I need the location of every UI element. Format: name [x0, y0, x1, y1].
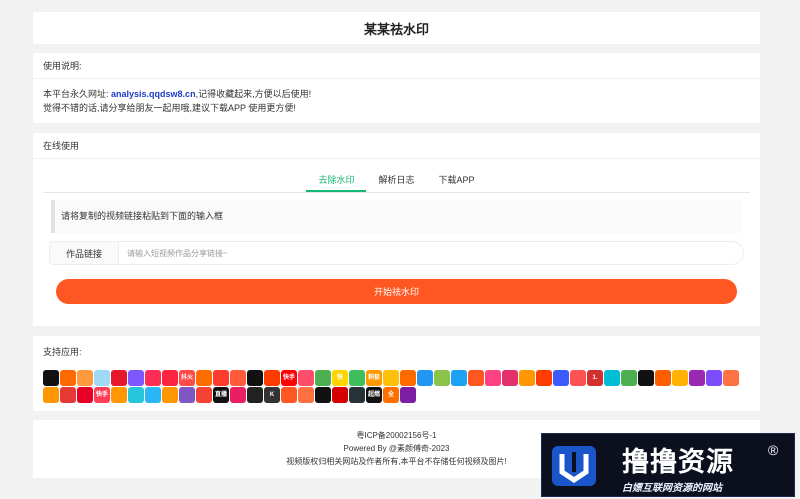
weishi-icon: [77, 370, 93, 386]
weibo-icon: [111, 370, 127, 386]
apps-card: 支持应用: 抖火 快手快积极 1. 快手 直播 K 超燃全: [33, 336, 760, 411]
logo-mark-icon: [552, 446, 596, 486]
shield-icon: [723, 370, 739, 386]
duoduo-icon: [417, 370, 433, 386]
quan-icon: 全: [383, 387, 399, 403]
youtube-icon: 快手: [281, 370, 297, 386]
xiaohongshu-icon: [162, 370, 178, 386]
chart-icon: [434, 370, 450, 386]
chick-icon: [383, 370, 399, 386]
usage-line-1: 本平台永久网址: analysis.qqdsw8.cn,记得收藏起来,方便以后使…: [43, 87, 750, 101]
cat-icon: [111, 387, 127, 403]
usage-line1-prefix: 本平台永久网址:: [43, 89, 109, 99]
avatar-icon: [536, 370, 552, 386]
zuiyou-icon: [145, 370, 161, 386]
camera-icon: [485, 370, 501, 386]
soul-icon: [706, 370, 722, 386]
wanpi-icon: [349, 370, 365, 386]
tab-remove-watermark[interactable]: 去除水印: [306, 169, 367, 192]
usage-body: 本平台永久网址: analysis.qqdsw8.cn,记得收藏起来,方便以后使…: [33, 79, 760, 123]
huoshan-icon: 抖火: [179, 370, 195, 386]
start-remove-watermark-button[interactable]: 开始祛水印: [56, 279, 737, 304]
kuaikan-icon: 快: [332, 370, 348, 386]
title-card: 某某祛水印: [33, 12, 760, 44]
flower-icon: [672, 370, 688, 386]
live-icon: 直播: [213, 387, 229, 403]
purple-icon: [179, 387, 195, 403]
red-square-icon: [230, 387, 246, 403]
supported-apps-grid: 抖火 快手快积极 1. 快手 直播 K 超燃全: [43, 370, 748, 403]
tab-download-app[interactable]: 下载APP: [427, 169, 487, 192]
youku-icon: [655, 370, 671, 386]
online-card: 在线使用 去除水印 解析日志 下载APP 请将复制的视频链接粘贴到下面的输入框 …: [33, 133, 760, 326]
film-icon: [315, 387, 331, 403]
red-dot-icon: [196, 387, 212, 403]
usage-card: 使用说明: 本平台永久网址: analysis.qqdsw8.cn,记得收藏起来…: [33, 53, 760, 123]
site-url-link[interactable]: analysis.qqdsw8.cn: [111, 89, 196, 99]
kuaishou-red-icon: 快手: [94, 387, 110, 403]
page-title: 某某祛水印: [363, 21, 429, 37]
tiktok-icon: [638, 370, 654, 386]
usage-line1-suffix: ,记得收藏起来,方便以后使用!: [195, 89, 312, 99]
k-icon: K: [264, 387, 280, 403]
netease-icon: [77, 387, 93, 403]
haokan-icon: [213, 370, 229, 386]
screen-icon: [349, 387, 365, 403]
logo-registered-mark: ®: [768, 442, 779, 458]
momo-icon: [196, 370, 212, 386]
face-icon: [519, 370, 535, 386]
logo-subtitle: 白嫖互联网资源的网站: [622, 483, 722, 494]
bold-icon: 超燃: [366, 387, 382, 403]
one-icon: 1.: [587, 370, 603, 386]
ghost-icon: [145, 387, 161, 403]
play-icon: [400, 370, 416, 386]
usage-heading: 使用说明:: [33, 53, 760, 79]
lens-icon: [570, 370, 586, 386]
xigua-icon: [230, 370, 246, 386]
jiqing-icon: 积极: [366, 370, 382, 386]
tab-bar: 去除水印 解析日志 下载APP: [43, 169, 750, 193]
doc-icon: [553, 370, 569, 386]
kuaishou-icon: [60, 370, 76, 386]
dots-icon: [689, 370, 705, 386]
video-icon: [264, 370, 280, 386]
bird-icon: [128, 387, 144, 403]
watermark-logo: 撸撸资源 ® 白嫖互联网资源的网站: [541, 433, 795, 497]
weishi-green-icon: [315, 370, 331, 386]
paste-tip: 请将复制的视频链接粘贴到下面的输入框: [51, 200, 742, 233]
panda-icon: [60, 387, 76, 403]
usage-line-2: 觉得不错的话,请分享给朋友一起用哦,建议下载APP 使用更方便!: [43, 103, 296, 113]
capcut-icon: [247, 370, 263, 386]
fox-icon: [162, 387, 178, 403]
person-icon: [43, 387, 59, 403]
fire-icon: [468, 370, 484, 386]
field-label-link: 作品链接: [49, 241, 119, 265]
douyin-icon: [43, 370, 59, 386]
lvzhou-icon: [94, 370, 110, 386]
twitter-icon: [451, 370, 467, 386]
meipai-icon: [298, 370, 314, 386]
ring-icon: [281, 387, 297, 403]
link-field-group: 作品链接: [49, 241, 744, 265]
bilibili-icon: [247, 387, 263, 403]
ball-icon: [298, 387, 314, 403]
instagram-icon: [502, 370, 518, 386]
eye-icon: [621, 370, 637, 386]
circle-play-icon: [604, 370, 620, 386]
apps-heading: 支持应用:: [43, 347, 82, 357]
pipixia-icon: [128, 370, 144, 386]
tab-parse-log[interactable]: 解析日志: [366, 169, 426, 192]
video-link-input[interactable]: [119, 241, 744, 265]
mask-icon: [332, 387, 348, 403]
logo-title: 撸撸资源: [622, 447, 734, 478]
online-heading: 在线使用: [33, 133, 760, 159]
o-icon: [400, 387, 416, 403]
